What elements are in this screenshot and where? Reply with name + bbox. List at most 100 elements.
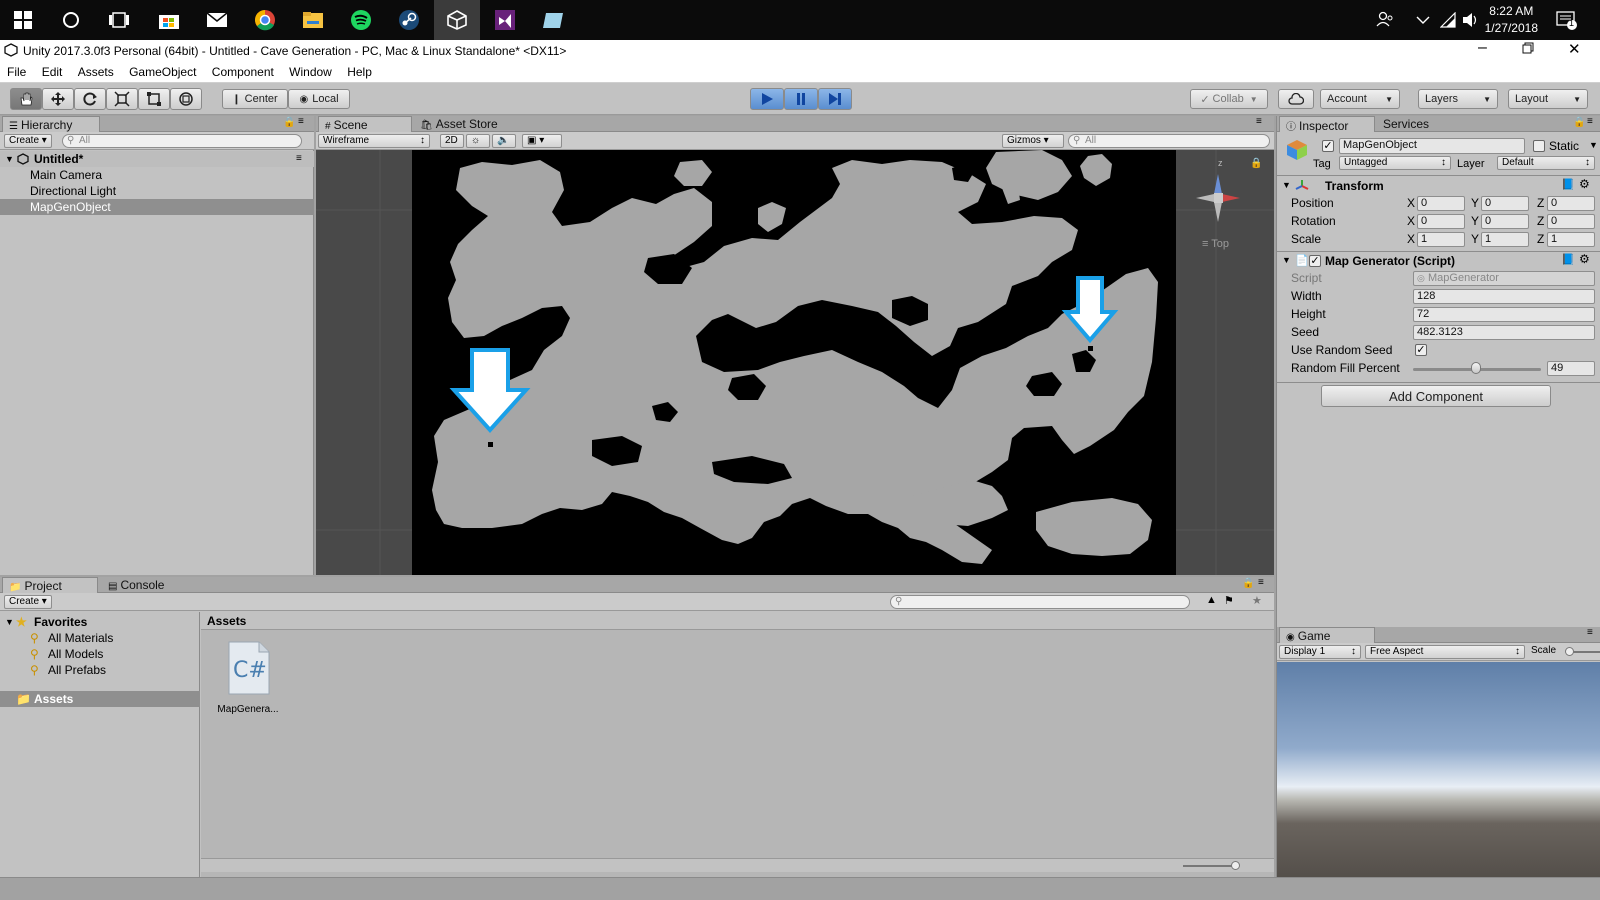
transform-header[interactable]: ▼ Transform 📘 ⚙ <box>1277 177 1600 194</box>
inspector-lock-icon[interactable]: 🔒 <box>1573 117 1585 128</box>
tab-asset-store[interactable]: 🛍 Asset Store <box>414 116 510 132</box>
favorite-all-models[interactable]: ⚲ All Models <box>0 646 200 662</box>
transform-tool-button[interactable] <box>170 88 202 110</box>
mail-icon[interactable] <box>194 0 240 40</box>
favorite-all-materials[interactable]: ⚲ All Materials <box>0 630 200 646</box>
scene-options-icon[interactable]: ≡ <box>296 151 302 167</box>
wifi-icon[interactable] <box>1439 11 1458 31</box>
static-checkbox[interactable] <box>1533 140 1545 152</box>
map-generator-enabled-checkbox[interactable]: ✓ <box>1309 255 1321 267</box>
random-fill-input[interactable]: 49 <box>1547 361 1595 376</box>
close-button[interactable]: ✕ <box>1568 40 1581 58</box>
panel-menu-icon[interactable]: ≡ <box>298 116 304 127</box>
tab-console[interactable]: ▤ Console <box>102 577 188 593</box>
hierarchy-item-directional-light[interactable]: Directional Light <box>0 183 314 199</box>
assets-folder-row[interactable]: 📁 Assets <box>0 691 200 707</box>
cortana-icon[interactable] <box>48 0 94 40</box>
menu-assets[interactable]: Assets <box>71 62 119 79</box>
map-generator-help-icon[interactable]: 📘 <box>1561 253 1575 266</box>
assets-breadcrumb[interactable]: Assets <box>201 612 1274 630</box>
seed-input[interactable]: 482.3123 <box>1413 325 1595 340</box>
chevron-up-icon[interactable] <box>1416 14 1430 28</box>
notification-icon[interactable]: 1 <box>1556 11 1578 34</box>
favorites-row[interactable]: ▼ ★ Favorites <box>0 614 200 630</box>
windows-start-icon[interactable] <box>0 0 46 40</box>
aspect-dropdown[interactable]: Free Aspect ↕ <box>1365 645 1525 659</box>
hierarchy-item-main-camera[interactable]: Main Camera <box>0 167 314 183</box>
random-fill-slider-thumb[interactable] <box>1470 362 1481 374</box>
tab-inspector[interactable]: ⓘ Inspector <box>1279 116 1375 133</box>
scale-y-input[interactable]: 1 <box>1481 232 1529 247</box>
menu-component[interactable]: Component <box>205 62 279 79</box>
scene-audio-button[interactable]: 🔈 <box>492 134 516 148</box>
toggle-2d-button[interactable]: 2D <box>440 134 464 148</box>
scene-search-input[interactable]: ⚲ All <box>1068 134 1270 148</box>
project-create-button[interactable]: Create ▾ <box>4 595 52 609</box>
game-scale-slider-thumb[interactable] <box>1565 647 1574 656</box>
project-search-input[interactable]: ⚲ <box>890 595 1190 609</box>
minimize-button[interactable]: – <box>1478 39 1487 57</box>
menu-file[interactable]: File <box>0 62 31 79</box>
width-input[interactable]: 128 <box>1413 289 1595 304</box>
volume-icon[interactable] <box>1462 12 1480 31</box>
transform-expand-icon[interactable]: ▼ <box>1282 180 1291 190</box>
lock-icon[interactable]: 🔒 <box>283 117 295 128</box>
orientation-gizmo[interactable]: z 🔒 ≡ Top <box>1188 156 1268 250</box>
rect-tool-button[interactable] <box>138 88 170 110</box>
map-generator-settings-icon[interactable]: ⚙ <box>1579 252 1590 266</box>
pivot-center-button[interactable]: ❙ Center <box>222 89 288 109</box>
position-z-input[interactable]: 0 <box>1547 196 1595 211</box>
people-icon[interactable] <box>1376 10 1394 31</box>
tab-services[interactable]: Services <box>1377 116 1453 132</box>
task-view-icon[interactable] <box>96 0 142 40</box>
layers-dropdown[interactable]: Layers ▼ <box>1418 89 1498 109</box>
gizmo-lock-icon[interactable]: 🔒 <box>1250 158 1262 169</box>
tab-project[interactable]: 📁 Project <box>2 577 98 593</box>
project-lock-icon[interactable]: 🔒 <box>1242 578 1254 589</box>
display-dropdown[interactable]: Display 1 ↕ <box>1279 645 1361 659</box>
tab-hierarchy[interactable]: ☰ Hierarchy <box>2 116 100 132</box>
filter-type-icon[interactable]: ▲ <box>1206 594 1217 606</box>
steam-icon[interactable] <box>386 0 432 40</box>
scene-lighting-button[interactable]: ☼ <box>466 134 490 148</box>
app-icon[interactable] <box>530 0 576 40</box>
pause-button[interactable] <box>784 88 818 110</box>
layout-dropdown[interactable]: Layout ▼ <box>1508 89 1588 109</box>
icon-size-slider-thumb[interactable] <box>1231 861 1240 870</box>
play-button[interactable] <box>750 88 784 110</box>
scene-effects-button[interactable]: ▣ ▾ <box>522 134 562 148</box>
move-tool-button[interactable] <box>42 88 74 110</box>
game-menu-icon[interactable]: ≡ <box>1587 627 1593 638</box>
help-book-icon[interactable]: 📘 <box>1561 178 1575 191</box>
restore-button[interactable] <box>1522 42 1534 57</box>
menu-edit[interactable]: Edit <box>35 62 68 79</box>
local-space-button[interactable]: ◉ Local <box>288 89 350 109</box>
object-name-input[interactable]: MapGenObject <box>1339 138 1525 154</box>
layer-dropdown[interactable]: Default ↕ <box>1497 156 1595 170</box>
scale-z-input[interactable]: 1 <box>1547 232 1595 247</box>
taskbar-clock[interactable]: 8:22 AM 1/27/2018 <box>1485 3 1538 37</box>
hierarchy-create-button[interactable]: Create ▾ <box>4 134 52 148</box>
active-checkbox[interactable]: ✓ <box>1322 140 1334 152</box>
map-generator-expand-icon[interactable]: ▼ <box>1282 255 1291 265</box>
rotation-y-input[interactable]: 0 <box>1481 214 1529 229</box>
expand-triangle-icon[interactable]: ▼ <box>5 151 14 167</box>
static-dropdown-icon[interactable]: ▼ <box>1589 140 1598 150</box>
spotify-icon[interactable] <box>338 0 384 40</box>
asset-file-mapgenerator[interactable]: C# MapGenera... <box>213 640 283 720</box>
scene-root-row[interactable]: ▼ Untitled* ≡ <box>0 151 314 167</box>
scene-viewport[interactable]: z 🔒 ≡ Top <box>316 150 1274 575</box>
step-button[interactable] <box>818 88 852 110</box>
chrome-icon[interactable] <box>242 0 288 40</box>
account-dropdown[interactable]: Account ▼ <box>1320 89 1400 109</box>
scale-tool-button[interactable] <box>106 88 138 110</box>
tab-scene[interactable]: # Scene <box>318 116 412 132</box>
tab-game[interactable]: ◉ Game <box>1279 627 1375 643</box>
hand-tool-button[interactable] <box>10 88 42 110</box>
inspector-menu-icon[interactable]: ≡ <box>1587 116 1593 127</box>
collab-button[interactable]: ✓ Collab ▼ <box>1190 89 1268 109</box>
rotation-x-input[interactable]: 0 <box>1417 214 1465 229</box>
component-settings-icon[interactable]: ⚙ <box>1579 177 1590 191</box>
scale-x-input[interactable]: 1 <box>1417 232 1465 247</box>
store-icon[interactable] <box>146 0 192 40</box>
